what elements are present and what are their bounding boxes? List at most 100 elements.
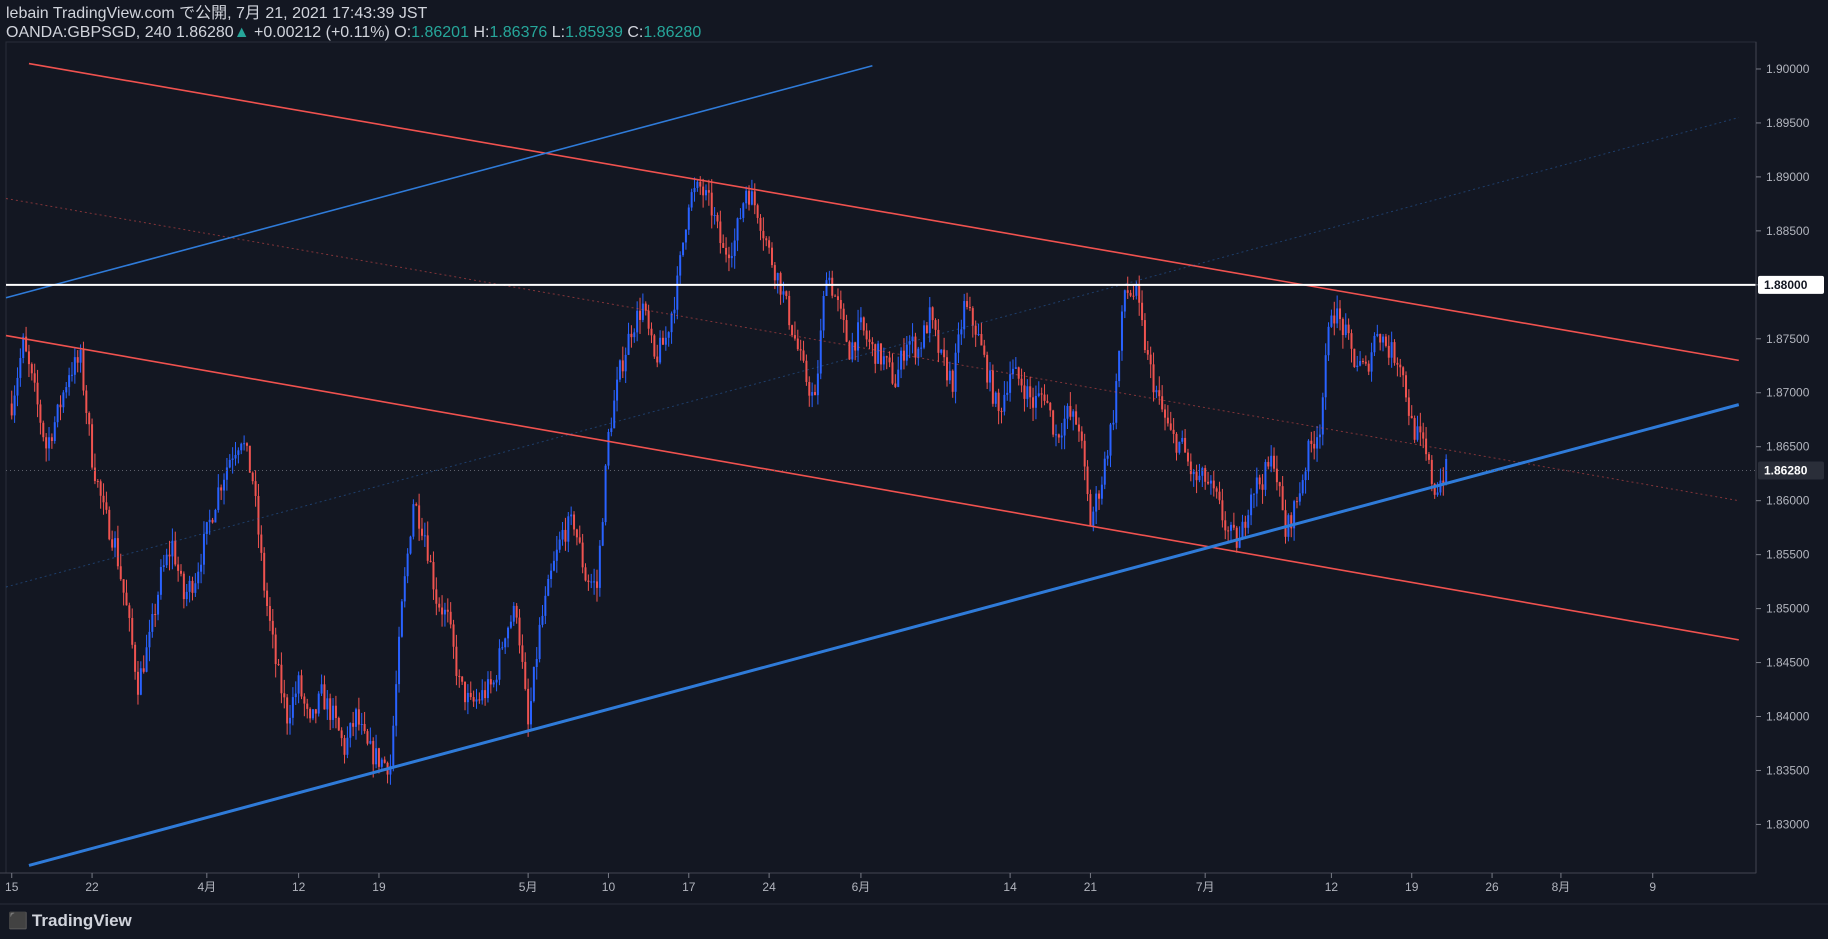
candle-body <box>1055 434 1057 436</box>
candle-body <box>489 679 492 685</box>
y-tick-label: 1.87000 <box>1766 386 1810 400</box>
candle-body <box>1413 418 1416 440</box>
candle-body <box>604 465 607 523</box>
candle-body <box>1164 409 1167 418</box>
tradingview-logo[interactable]: ⬛ TradingView <box>8 911 132 931</box>
candle-body <box>1313 443 1316 449</box>
candle-body <box>329 698 332 720</box>
candle-body <box>30 364 33 374</box>
candle-body <box>945 357 948 381</box>
horizontal-line-group[interactable] <box>6 283 1756 471</box>
candle-body <box>762 230 765 239</box>
candle-body <box>550 570 553 579</box>
candle-body <box>768 240 771 248</box>
candle-body <box>1273 455 1276 469</box>
candle-body <box>1143 320 1146 351</box>
candle-body <box>145 647 148 672</box>
candle-body <box>765 238 768 241</box>
candle-body <box>62 392 65 408</box>
candle-body <box>791 325 794 336</box>
candle-body <box>1046 400 1049 403</box>
candle-body <box>1247 515 1250 528</box>
candle-body <box>590 581 593 583</box>
candle-body <box>1399 364 1402 368</box>
candle-body <box>923 325 926 348</box>
candle-body <box>260 534 263 553</box>
candle-body <box>1316 437 1319 449</box>
candle-body <box>1135 284 1138 296</box>
candle-body <box>673 309 676 314</box>
candle-body <box>33 373 36 383</box>
candle-body <box>1186 452 1189 462</box>
x-tick-label: 15 <box>5 880 19 894</box>
candle-body <box>73 357 76 375</box>
candle-body <box>1063 418 1066 436</box>
x-tick-label: 6月 <box>852 880 871 894</box>
x-tick-label: 14 <box>1003 880 1017 894</box>
candle-body <box>633 332 636 338</box>
candle-body <box>782 291 785 295</box>
candle-body <box>406 553 409 577</box>
candle-body <box>188 580 191 592</box>
candle-body <box>1060 435 1063 438</box>
candle-body <box>1379 334 1382 343</box>
candle-body <box>346 737 349 755</box>
candle-body <box>859 317 862 323</box>
candle-body <box>142 668 145 672</box>
candle-body <box>650 328 653 336</box>
candle-body <box>808 381 811 396</box>
candle-body <box>822 295 825 331</box>
candle-body <box>1318 434 1321 438</box>
candle-body <box>56 404 59 423</box>
x-tick-label: 9 <box>1649 880 1656 894</box>
candle-body <box>561 529 564 540</box>
candle-body <box>85 390 88 413</box>
candle-body <box>200 564 203 572</box>
candle-body <box>245 443 248 446</box>
axes: 1.90000 1.89500 1.89000 1.88500 1.88000 1.875… <box>0 42 1828 905</box>
candle-body <box>88 412 91 425</box>
candle-body <box>432 562 435 590</box>
candle-body <box>954 352 957 392</box>
candle-body <box>862 317 865 331</box>
candle-body <box>93 467 96 482</box>
candle-body <box>601 522 604 546</box>
candle-body <box>756 205 759 218</box>
trendlines[interactable] <box>5 62 1740 867</box>
candle-body <box>1361 361 1364 363</box>
candle-body <box>412 504 415 537</box>
candle-body <box>1232 524 1235 528</box>
candle-body <box>240 443 243 451</box>
candle-body <box>687 207 690 230</box>
candle-body <box>816 373 819 396</box>
candle-body <box>105 502 108 510</box>
price-chart[interactable]: 1.90000 1.89500 1.89000 1.88500 1.88000 1.875… <box>0 0 1828 939</box>
candle-body <box>641 303 644 320</box>
candle-body <box>699 181 702 187</box>
candle-body <box>805 360 808 382</box>
candle-body <box>340 730 343 739</box>
candle-body <box>174 540 177 565</box>
x-tick-label: 21 <box>1084 880 1098 894</box>
x-tick-label: 22 <box>85 880 99 894</box>
candle-body <box>796 338 799 350</box>
candle-body <box>776 273 779 281</box>
candle-body <box>716 215 719 222</box>
candle-body <box>116 538 119 567</box>
candle-body <box>1359 361 1362 366</box>
candle-body <box>842 308 845 321</box>
candle-body <box>1396 362 1399 365</box>
candle-body <box>1353 348 1356 367</box>
candle-body <box>79 349 82 363</box>
candle-body <box>114 538 117 548</box>
candle-body <box>963 301 966 330</box>
candle-body <box>182 573 185 600</box>
candle-body <box>664 337 667 345</box>
candle-body <box>1037 393 1040 396</box>
candle-body <box>897 369 900 387</box>
candle-body <box>900 350 903 370</box>
candle-body <box>696 181 699 188</box>
candle-body <box>466 692 469 703</box>
candle-body <box>960 329 963 335</box>
candle-body <box>865 330 868 340</box>
